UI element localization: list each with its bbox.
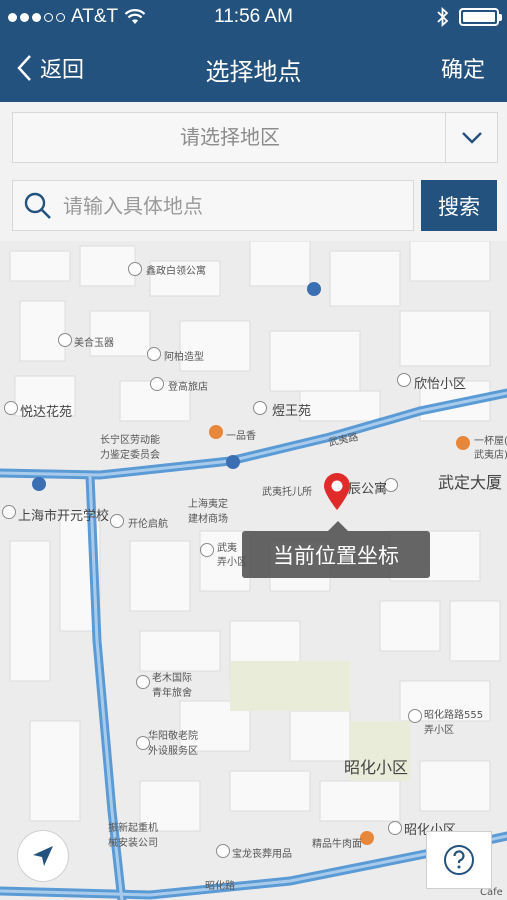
question-icon: [444, 845, 474, 875]
region-placeholder: 请选择地区: [180, 125, 280, 149]
map-label: 昭化路路555: [424, 710, 484, 721]
map-label: 昭化路: [205, 881, 235, 892]
poi-marker[interactable]: [128, 262, 142, 276]
page-title: 选择地点: [205, 58, 302, 86]
poi-marker[interactable]: [147, 347, 161, 361]
map-label: 悦达花苑: [20, 405, 73, 420]
map-label: 上海夷定: [188, 499, 228, 510]
map-label: 登高旅店: [168, 382, 208, 393]
map-label: 一品香: [226, 431, 256, 442]
map-label: 精品牛肉面: [312, 839, 362, 850]
current-location-tooltip: 当前位置坐标: [242, 521, 430, 578]
location-pin-icon[interactable]: [322, 473, 352, 511]
map-label: 煜王苑: [272, 404, 312, 419]
map-label: 械安装公司: [108, 838, 158, 849]
poi-marker[interactable]: [253, 401, 267, 415]
map-label: 鑫政白领公寓: [146, 266, 206, 277]
bus-stop-icon[interactable]: [226, 455, 240, 469]
region-dropdown-button[interactable]: [445, 113, 497, 162]
map-label: 武定大厦: [438, 473, 503, 492]
bus-stop-icon[interactable]: [32, 477, 46, 491]
locate-me-button[interactable]: [17, 830, 69, 882]
confirm-button[interactable]: 确定: [441, 52, 485, 84]
search-box: [12, 180, 414, 231]
parking-icon[interactable]: [307, 282, 321, 296]
poi-marker[interactable]: [200, 543, 214, 557]
map-label: 弄小区: [424, 725, 454, 736]
poi-marker[interactable]: [110, 514, 124, 528]
map-label: 美合玉器: [74, 338, 114, 349]
map-label: 开伦启航: [128, 519, 168, 530]
poi-marker[interactable]: [2, 505, 16, 519]
map-label: 老木国际: [152, 673, 192, 684]
poi-marker[interactable]: [360, 831, 374, 845]
poi-marker[interactable]: [209, 425, 223, 439]
map-label: 长宁区劳动能: [100, 435, 160, 446]
map-view[interactable]: 鑫政白领公寓 美合玉器 阿柏造型 登高旅店 悦达花苑 煜王苑 一品香 长宁区劳动…: [0, 241, 507, 900]
map-label: 宝龙丧葬用品: [232, 849, 292, 860]
map-label: 华阳敬老院: [148, 731, 198, 742]
search-icon: [24, 192, 51, 219]
poi-marker[interactable]: [136, 675, 150, 689]
poi-marker[interactable]: [58, 333, 72, 347]
map-label: 青年旅舍: [152, 688, 192, 699]
bluetooth-icon: [437, 7, 449, 27]
help-button[interactable]: [426, 831, 492, 889]
map-label: 一杯屋(: [474, 436, 507, 447]
map-label: 昭化小区: [344, 758, 409, 777]
poi-marker[interactable]: [397, 373, 411, 387]
poi-marker[interactable]: [4, 401, 18, 415]
map-label: 武夷店): [474, 450, 507, 461]
navigation-arrow-icon: [33, 846, 53, 866]
map-label: 武夷: [217, 543, 237, 554]
map-label: 阿柏造型: [164, 352, 204, 363]
poi-marker[interactable]: [408, 709, 422, 723]
navigation-bar: 返回 选择地点 确定: [0, 34, 507, 102]
search-button[interactable]: 搜索: [421, 180, 497, 231]
map-label: 上海市开元学校: [18, 509, 110, 524]
poi-marker[interactable]: [150, 377, 164, 391]
map-label: 建材商场: [188, 514, 228, 525]
status-bar: AT&T 11:56 AM: [0, 0, 507, 34]
region-selector[interactable]: 请选择地区: [12, 112, 498, 163]
battery-icon: [459, 8, 502, 26]
map-label: 欣怡小区: [414, 377, 467, 392]
status-time: 11:56 AM: [214, 6, 293, 27]
poi-marker[interactable]: [456, 436, 470, 450]
map-label: 辰公寓: [348, 482, 388, 497]
map-label: 振新起重机: [108, 823, 158, 834]
search-input[interactable]: [63, 181, 403, 230]
map-label: 力鉴定委员会: [100, 450, 160, 461]
poi-marker[interactable]: [388, 821, 402, 835]
map-label: 外设服务区: [148, 746, 198, 757]
chevron-down-icon: [461, 131, 482, 144]
map-label: 武夷托儿所: [262, 487, 312, 498]
poi-marker[interactable]: [216, 844, 230, 858]
